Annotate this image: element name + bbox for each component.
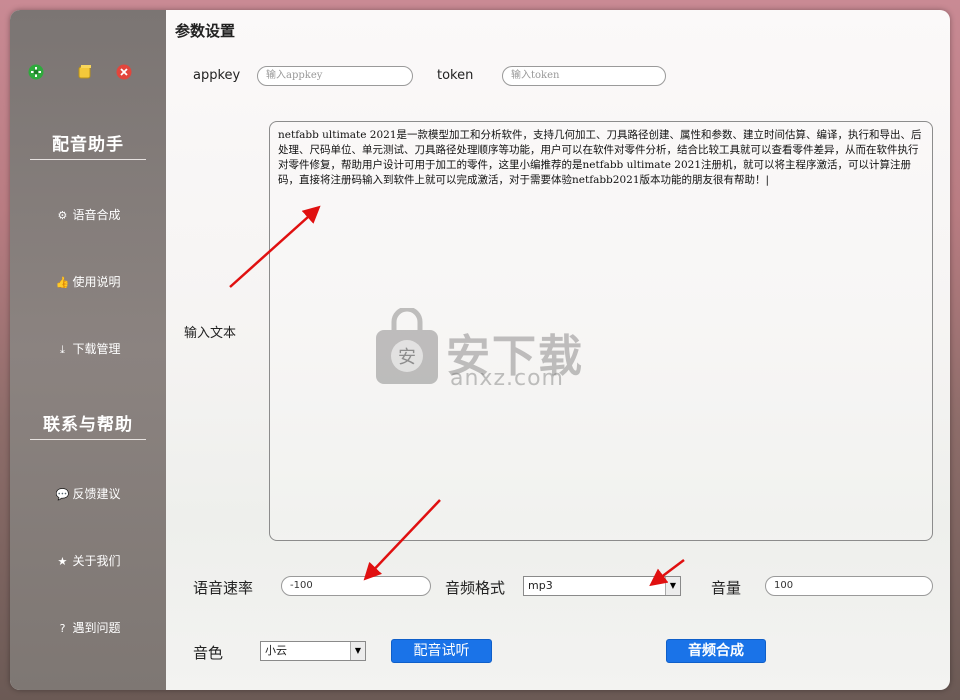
main-panel: 参数设置 appkey 输入appkey token 输入token 输入文本 … [166, 10, 950, 690]
question-icon: ? [59, 622, 66, 635]
audio-format-select[interactable]: mp3 ▼ [523, 576, 681, 596]
input-text-label: 输入文本 [184, 326, 237, 341]
sidebar-item-feedback[interactable]: 💬 反馈建议 [10, 483, 166, 505]
preview-button[interactable]: 配音试听 [391, 639, 492, 663]
thumb-icon: 👍 [55, 276, 70, 289]
chevron-down-icon[interactable]: ▼ [350, 642, 365, 660]
watermark-bag-icon: 安 [376, 308, 438, 384]
close-icon[interactable] [116, 64, 132, 80]
app-window: 配音助手 ⚙ 语音合成 👍 使用说明 ⤓ 下载管理 联系与帮助 💬 反馈建议 ★ 关于我们… [10, 10, 950, 690]
gear-icon: ⚙ [57, 209, 68, 222]
sidebar: 配音助手 ⚙ 语音合成 👍 使用说明 ⤓ 下载管理 联系与帮助 💬 反馈建议 ★ 关于我们… [10, 10, 166, 690]
page-title: 参数设置 [175, 22, 236, 40]
voice-select[interactable]: 小云 ▼ [260, 641, 366, 661]
token-label: token [437, 68, 474, 83]
section-title-help: 联系与帮助 [30, 410, 146, 440]
appkey-input[interactable]: 输入appkey [257, 66, 413, 86]
voice-label: 音色 [193, 644, 224, 662]
section-title-dubbing: 配音助手 [30, 130, 146, 160]
minimize-icon[interactable] [28, 64, 44, 80]
speech-rate-input[interactable]: -100 [281, 576, 431, 596]
sidebar-item-about[interactable]: ★ 关于我们 [10, 550, 166, 572]
volume-input[interactable]: 100 [765, 576, 933, 596]
speech-rate-label: 语音速率 [193, 579, 254, 597]
input-text-area[interactable]: netfabb ultimate 2021是一款模型加工和分析软件，支持几何加工… [269, 121, 933, 541]
appkey-label: appkey [193, 68, 241, 83]
svg-text:安: 安 [398, 347, 416, 368]
token-input[interactable]: 输入token [502, 66, 666, 86]
download-icon: ⤓ [60, 343, 65, 356]
star-icon: ★ [57, 555, 68, 568]
maximize-icon[interactable] [77, 64, 93, 80]
watermark-url: anxz.com [450, 366, 564, 391]
synthesize-button[interactable]: 音频合成 [666, 639, 766, 663]
chat-icon: 💬 [55, 488, 70, 501]
sidebar-item-instructions[interactable]: 👍 使用说明 [10, 271, 166, 293]
volume-label: 音量 [711, 579, 742, 597]
chevron-down-icon[interactable]: ▼ [665, 577, 680, 595]
sidebar-item-downloads[interactable]: ⤓ 下载管理 [10, 338, 166, 360]
sidebar-item-speech-synthesis[interactable]: ⚙ 语音合成 [10, 204, 166, 226]
audio-format-label: 音频格式 [445, 579, 506, 597]
sidebar-item-problems[interactable]: ? 遇到问题 [10, 617, 166, 639]
